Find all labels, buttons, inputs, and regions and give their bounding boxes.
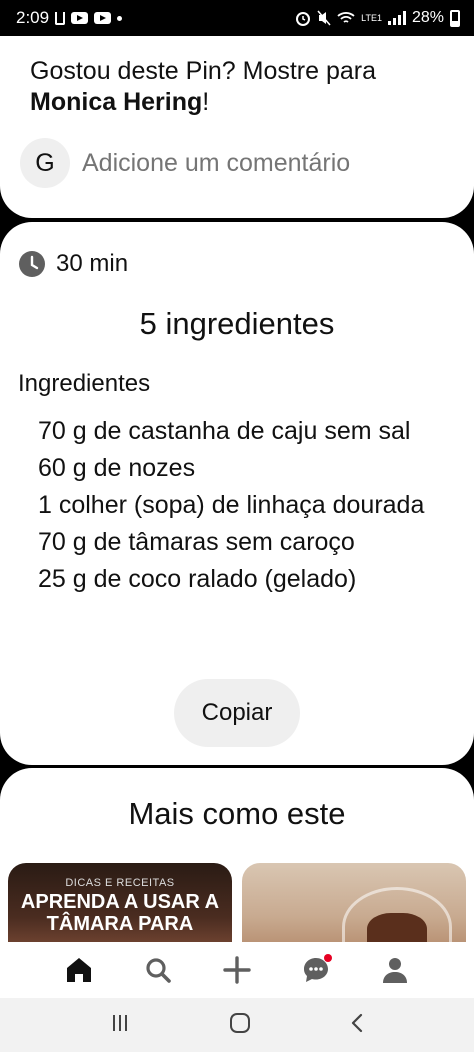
cook-time: 30 min [18, 250, 128, 278]
notification-dot [323, 954, 332, 962]
recent-apps-button[interactable] [110, 1014, 130, 1037]
list-item: 70 g de castanha de caju sem sal [38, 417, 411, 445]
home-button[interactable] [59, 950, 99, 990]
home-system-button[interactable] [229, 1012, 251, 1039]
search-icon [146, 958, 171, 983]
create-icon [223, 956, 251, 984]
more-notifications-icon [117, 15, 123, 21]
wifi-icon [337, 12, 355, 23]
pin-thumbnail[interactable] [242, 863, 466, 953]
pin-thumbnail[interactable]: DICAS E RECEITAS APRENDA A USAR A TÂMARA… [8, 863, 232, 953]
home-icon [67, 958, 92, 982]
avatar[interactable]: G [20, 138, 70, 188]
comment-row: G [20, 138, 442, 188]
recent-apps-icon [112, 1014, 127, 1031]
home-circle-icon [229, 1012, 250, 1033]
battery-level: 28% [411, 9, 444, 26]
comment-card: Gostou deste Pin? Mostre para Monica Her… [0, 36, 474, 218]
create-button[interactable] [217, 950, 257, 990]
system-nav-bar [0, 998, 474, 1052]
prompt-text: Gostou deste Pin? Mostre para [30, 57, 377, 85]
creator-name[interactable]: Monica Hering [30, 88, 202, 116]
network-type: LTE1 [361, 12, 382, 23]
ingredients-heading: Ingredientes [18, 370, 151, 397]
status-bar: 2:09 LTE1 28% [0, 0, 474, 36]
ingredient-count: 5 ingredientes [139, 306, 335, 341]
recipe-card: 30 min 5 ingredientes Ingredientes 70 g … [0, 222, 474, 765]
bottom-nav [0, 942, 474, 998]
pin-headline: APRENDA A USAR A TÂMARA PARA [20, 891, 220, 935]
comment-input[interactable] [82, 148, 442, 178]
app-notification-icon [55, 11, 66, 25]
list-item: 60 g de nozes [38, 454, 196, 482]
back-icon [352, 1013, 363, 1032]
messages-button[interactable] [296, 950, 336, 990]
list-item: 70 g de tâmaras sem caroço [38, 528, 355, 556]
profile-button[interactable] [375, 950, 415, 990]
prompt-suffix: ! [202, 88, 210, 116]
search-button[interactable] [138, 950, 178, 990]
youtube-icon [94, 12, 112, 24]
back-button[interactable] [350, 1013, 364, 1038]
mute-icon [317, 10, 331, 26]
share-prompt: Gostou deste Pin? Mostre para Monica Her… [30, 56, 450, 118]
status-time: 2:09 [16, 8, 50, 27]
pin-tag: DICAS E RECEITAS [65, 877, 175, 889]
signal-icon [387, 11, 406, 25]
profile-icon [382, 958, 407, 983]
list-item: 1 colher (sopa) de linhaça dourada [38, 491, 425, 519]
cook-time-value: 30 min [56, 250, 129, 277]
section-title: Mais como este [128, 796, 346, 831]
list-item: 25 g de coco ralado (gelado) [38, 565, 357, 593]
youtube-icon [71, 12, 89, 24]
copy-button[interactable]: Copiar [174, 679, 300, 747]
ingredient-list: 70 g de castanha de caju sem sal 60 g de… [38, 416, 438, 601]
battery-icon [450, 9, 460, 27]
clock-icon [19, 251, 45, 277]
alarm-icon [296, 12, 311, 26]
